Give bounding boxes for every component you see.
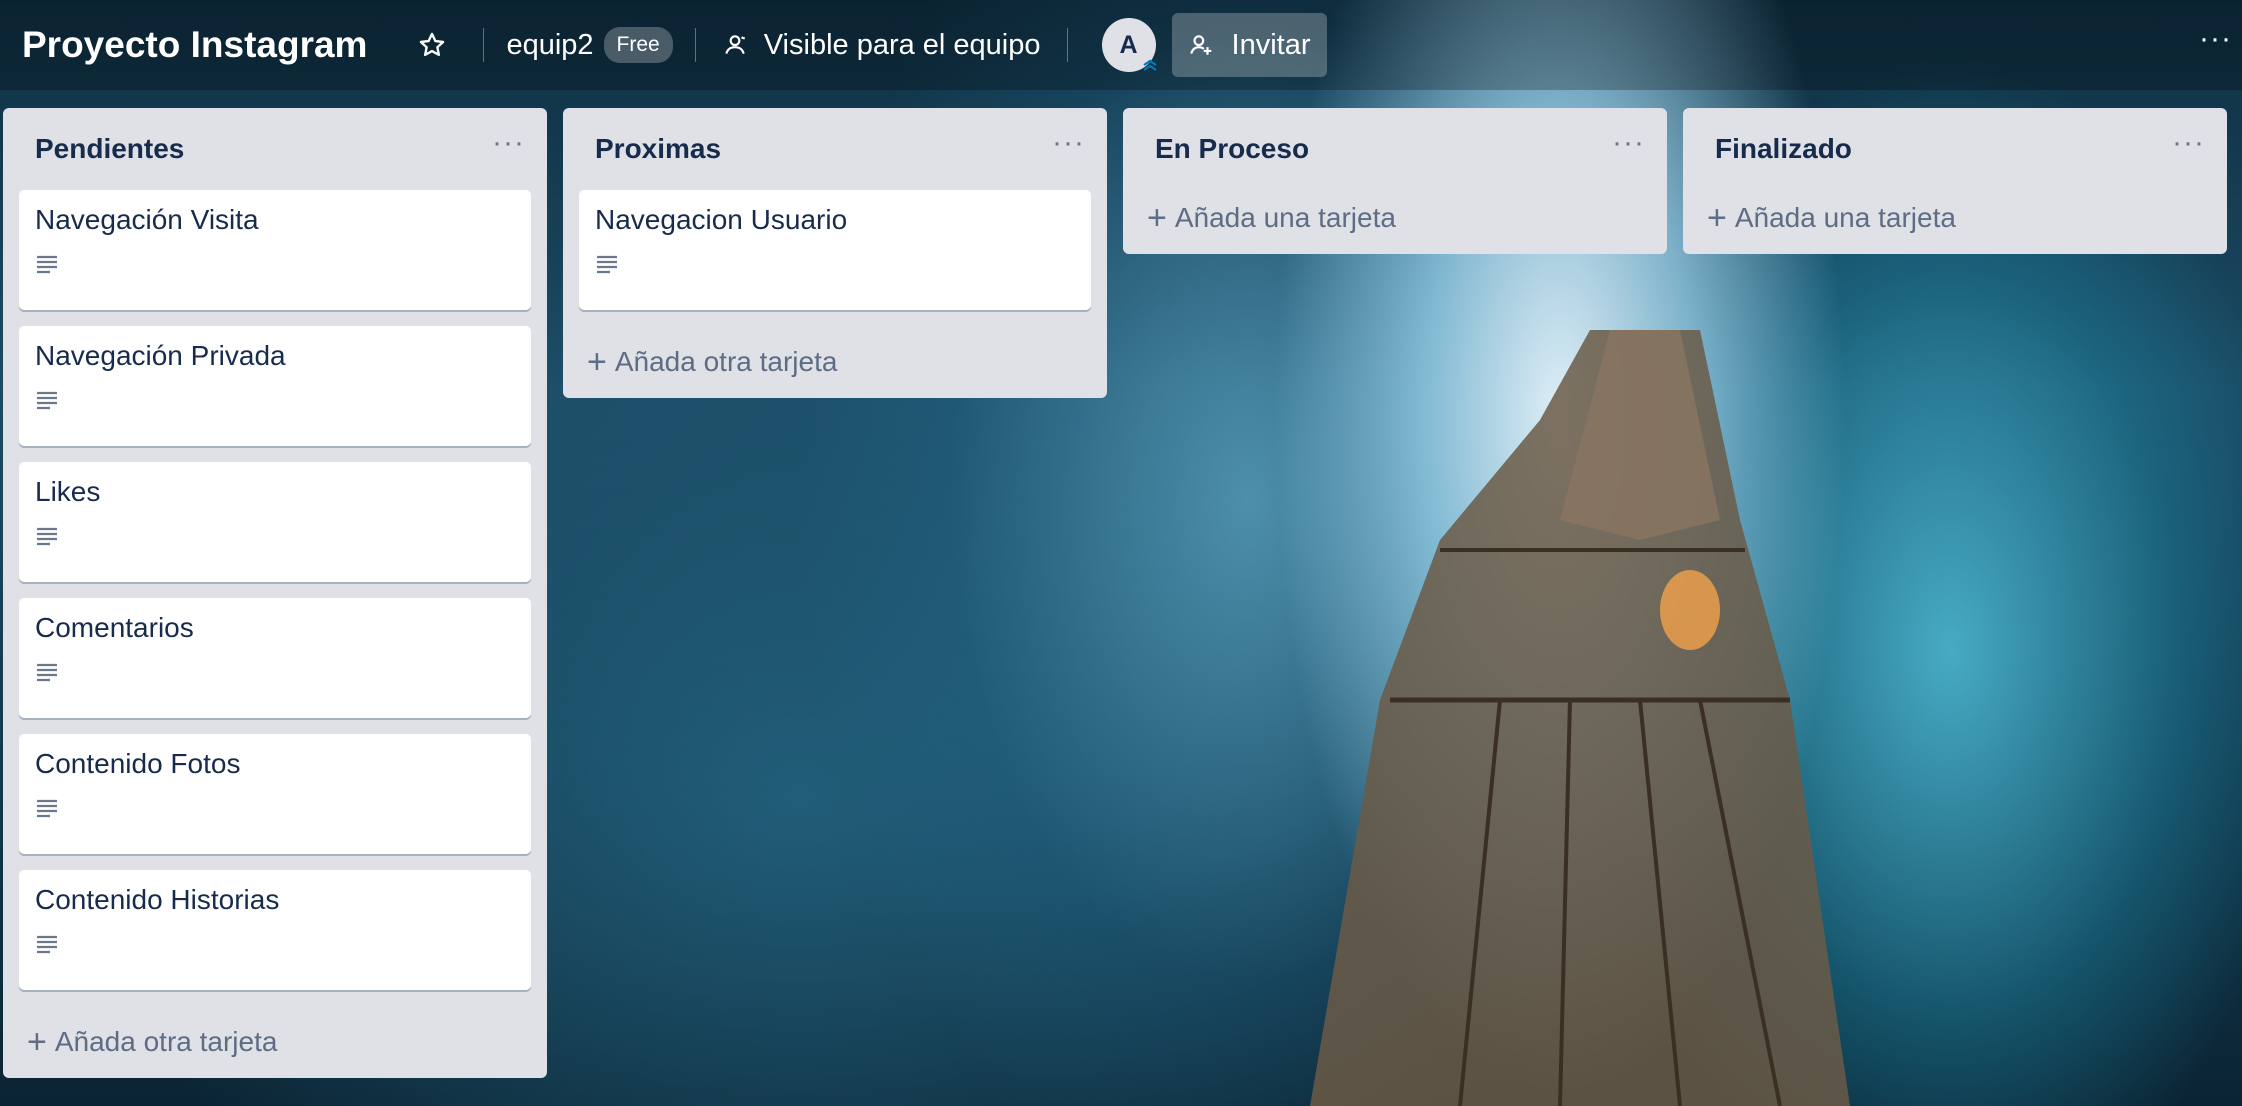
add-card-label: Añada una tarjeta bbox=[1174, 202, 1396, 233]
card-title: Likes bbox=[35, 476, 101, 507]
card-title: Comentarios bbox=[35, 612, 194, 643]
list-menu-button[interactable]: ··· bbox=[1612, 128, 1645, 158]
list-finalizado: Finalizado ··· + Añada una tarjeta bbox=[1683, 108, 2227, 254]
avatar-initial: A bbox=[1119, 30, 1138, 59]
star-icon bbox=[420, 32, 445, 57]
board-title[interactable]: Proyecto Instagram bbox=[22, 24, 367, 66]
visibility-label: Visible para el equipo bbox=[763, 28, 1041, 61]
list-header[interactable]: Pendientes ··· bbox=[19, 108, 531, 190]
team-visibility-icon bbox=[725, 35, 745, 54]
header-divider bbox=[1066, 28, 1068, 62]
add-card-button[interactable]: + Añada una tarjeta bbox=[1699, 182, 2211, 254]
card-title: Navegación Privada bbox=[35, 340, 286, 371]
description-icon bbox=[37, 527, 57, 546]
add-card-button[interactable]: + Añada otra tarjeta bbox=[19, 1006, 531, 1078]
description-icon bbox=[37, 663, 57, 682]
description-icon bbox=[597, 255, 617, 274]
list-header[interactable]: Finalizado ··· bbox=[1699, 108, 2211, 190]
member-avatar[interactable]: A bbox=[1101, 18, 1157, 72]
invite-label: Invitar bbox=[1231, 28, 1311, 61]
list-menu-button[interactable]: ··· bbox=[492, 128, 525, 158]
add-card-label: Añada una tarjeta bbox=[1734, 202, 1956, 233]
header-divider bbox=[694, 28, 696, 62]
card[interactable]: Comentarios bbox=[19, 598, 531, 718]
description-icon bbox=[37, 799, 57, 818]
list-proximas: Proximas ··· Navegacion Usuario + Añada … bbox=[563, 108, 1107, 398]
list-header[interactable]: En Proceso ··· bbox=[1139, 108, 1651, 190]
plus-icon: + bbox=[1147, 199, 1167, 237]
visibility-button[interactable]: Visible para el equipo bbox=[710, 19, 1053, 71]
star-button[interactable] bbox=[407, 19, 457, 71]
add-card-label: Añada otra tarjeta bbox=[54, 1026, 278, 1057]
header-divider bbox=[483, 28, 485, 62]
list-en-proceso: En Proceso ··· + Añada una tarjeta bbox=[1123, 108, 1667, 254]
description-icon bbox=[37, 255, 57, 274]
card[interactable]: Contenido Historias bbox=[19, 870, 531, 990]
list-title[interactable]: Pendientes bbox=[35, 133, 184, 165]
description-icon bbox=[37, 935, 57, 954]
card[interactable]: Navegación Visita bbox=[19, 190, 531, 310]
card-title: Navegacion Usuario bbox=[595, 204, 848, 235]
add-card-button[interactable]: + Añada una tarjeta bbox=[1139, 182, 1651, 254]
add-card-label: Añada otra tarjeta bbox=[614, 346, 838, 377]
card[interactable]: Navegación Privada bbox=[19, 326, 531, 446]
card-title: Navegación Visita bbox=[35, 204, 259, 235]
card[interactable]: Contenido Fotos bbox=[19, 734, 531, 854]
description-icon bbox=[37, 391, 57, 410]
card[interactable]: Likes bbox=[19, 462, 531, 582]
team-name: equip2 bbox=[506, 28, 594, 61]
list-title[interactable]: En Proceso bbox=[1155, 133, 1309, 165]
add-person-icon bbox=[1189, 35, 1211, 55]
invite-button[interactable]: Invitar bbox=[1171, 13, 1327, 77]
team-button[interactable]: equip2 Free bbox=[498, 19, 680, 71]
plus-icon: + bbox=[27, 1023, 47, 1061]
list-header[interactable]: Proximas ··· bbox=[579, 108, 1091, 190]
plan-badge: Free bbox=[603, 27, 673, 63]
list-menu-button[interactable]: ··· bbox=[1052, 128, 1085, 158]
add-card-button[interactable]: + Añada otra tarjeta bbox=[579, 326, 1091, 398]
list-title[interactable]: Proximas bbox=[595, 133, 721, 165]
list-menu-button[interactable]: ··· bbox=[2172, 128, 2205, 158]
admin-chevron-icon bbox=[1142, 59, 1157, 71]
show-menu-button[interactable]: ··· bbox=[2199, 22, 2232, 56]
list-pendientes: Pendientes ··· Navegación Visita Navegac… bbox=[3, 108, 547, 1078]
card-title: Contenido Historias bbox=[35, 884, 280, 915]
card-title: Contenido Fotos bbox=[35, 748, 241, 779]
card[interactable]: Navegacion Usuario bbox=[579, 190, 1091, 310]
plus-icon: + bbox=[587, 343, 607, 381]
list-title[interactable]: Finalizado bbox=[1715, 133, 1852, 165]
plus-icon: + bbox=[1707, 199, 1727, 237]
board-header: Proyecto Instagram equip2 Free Visible p… bbox=[0, 0, 2242, 90]
